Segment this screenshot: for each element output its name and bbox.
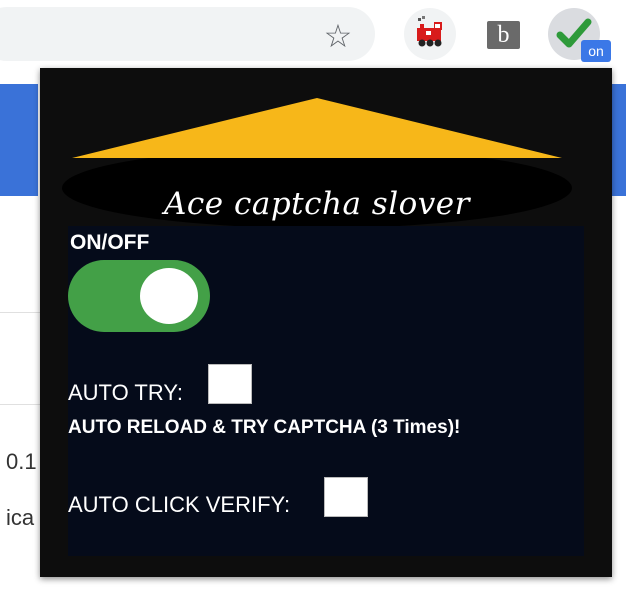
train-extension-icon[interactable] bbox=[404, 8, 456, 60]
auto-click-verify-label: AUTO CLICK VERIFY: bbox=[68, 492, 291, 517]
onoff-label: ON/OFF bbox=[70, 231, 150, 254]
auto-try-label: AUTO TRY: bbox=[68, 380, 183, 405]
browser-toolbar: ☆ b on bbox=[0, 0, 626, 68]
background-divider bbox=[0, 404, 40, 405]
auto-reload-note: AUTO RELOAD & TRY CAPTCHA (3 Times)! bbox=[68, 417, 461, 438]
bookmark-star-icon[interactable]: ☆ bbox=[318, 16, 358, 56]
popup-title: Ace captcha slover bbox=[164, 186, 470, 222]
title-banner: Ace captcha slover bbox=[60, 96, 574, 230]
b-extension-glyph: b bbox=[487, 21, 520, 49]
background-page-text: 0.1 bbox=[6, 449, 37, 474]
b-extension-icon[interactable]: b bbox=[478, 8, 530, 60]
extension-popup: Ace captcha slover ON/OFF AUTO TRY: AUTO… bbox=[40, 68, 612, 577]
settings-panel: ON/OFF AUTO TRY: AUTO RELOAD & TRY CAPTC… bbox=[68, 226, 584, 556]
auto-try-checkbox[interactable] bbox=[208, 364, 252, 404]
extension-on-badge: on bbox=[581, 40, 611, 62]
auto-click-verify-checkbox[interactable] bbox=[324, 477, 368, 517]
toggle-knob bbox=[140, 268, 198, 324]
background-divider bbox=[0, 312, 40, 313]
background-page-header-right bbox=[612, 84, 626, 196]
background-page-text: ica bbox=[6, 505, 35, 530]
onoff-toggle[interactable] bbox=[68, 260, 210, 332]
background-page-header bbox=[0, 84, 38, 196]
